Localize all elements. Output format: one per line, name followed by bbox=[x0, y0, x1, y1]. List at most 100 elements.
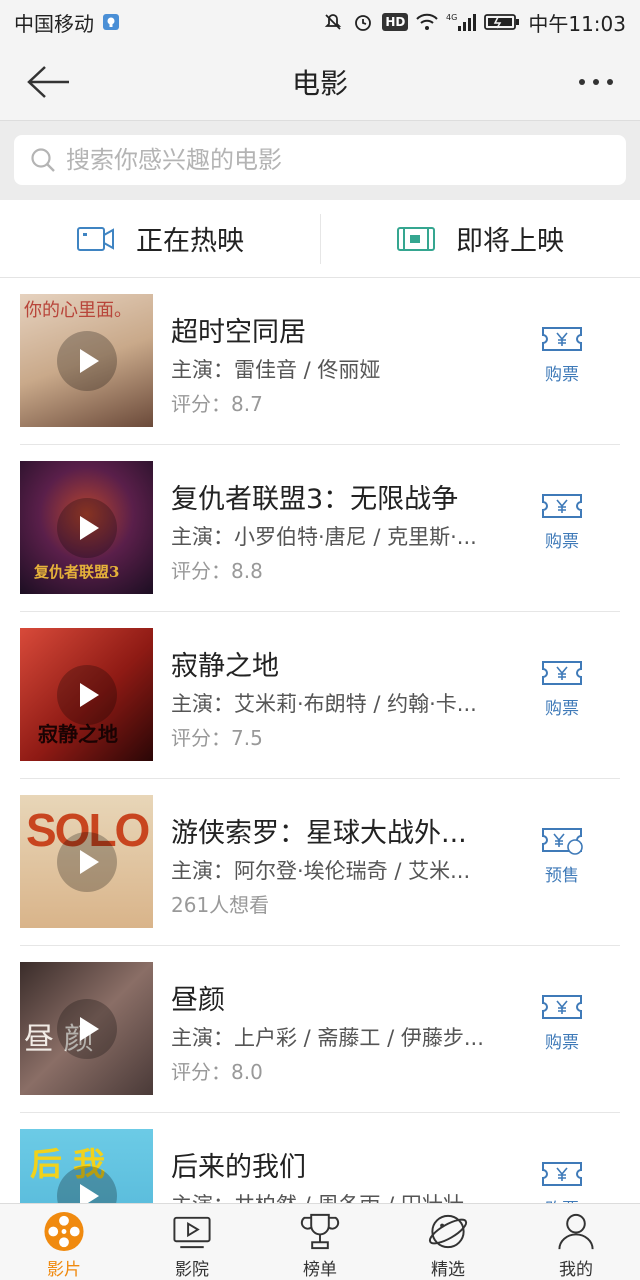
coming-soon-icon bbox=[397, 226, 435, 251]
mute-icon bbox=[322, 11, 344, 33]
trophy-icon bbox=[300, 1213, 340, 1250]
tab-cinemas[interactable]: 影院 bbox=[128, 1204, 256, 1280]
clock-label: 中午11:03 bbox=[528, 11, 626, 36]
search-input[interactable] bbox=[66, 146, 586, 174]
tab-label: 即将上映 bbox=[456, 226, 564, 257]
svg-text:4G: 4G bbox=[446, 13, 457, 22]
tab-label: 正在热映 bbox=[136, 226, 244, 257]
page-title: 电影 bbox=[291, 67, 348, 100]
poster-title-text: 复仇者联盟3 bbox=[34, 563, 120, 581]
movie-list: 你的心里面。 超时空同居 主演：雷佳音 / 佟丽娅 评分：8.7 购票 复仇者联… bbox=[0, 278, 640, 1203]
more-menu-button[interactable] bbox=[572, 66, 620, 98]
ticket-icon bbox=[542, 995, 582, 1019]
presale-button[interactable]: 预售 bbox=[522, 825, 602, 886]
status-bar: 中国移动 HD 4G 中午11:03 bbox=[0, 0, 640, 44]
alarm-icon bbox=[352, 11, 374, 33]
ticket-icon bbox=[542, 661, 582, 685]
buy-label: 购票 bbox=[545, 532, 579, 552]
movie-cast: 主演：阿尔登·埃伦瑞奇 / 艾米... bbox=[171, 859, 471, 883]
ticket-icon bbox=[542, 494, 582, 518]
tab-profile[interactable]: 我的 bbox=[512, 1204, 640, 1280]
bottom-tab-bar: 影片 影院 榜单 精选 我的 bbox=[0, 1203, 640, 1280]
buy-label: 购票 bbox=[545, 1195, 579, 1203]
buy-ticket-button[interactable]: 购票 bbox=[522, 324, 602, 385]
movie-item[interactable]: SOLO 游侠索罗：星球大战外... 主演：阿尔登·埃伦瑞奇 / 艾米... 2… bbox=[20, 779, 620, 946]
buy-ticket-button[interactable]: 购票 bbox=[522, 658, 602, 719]
movie-item[interactable]: 寂静之地 寂静之地 主演：艾米莉·布朗特 / 约翰·卡... 评分：7.5 购票 bbox=[20, 612, 620, 779]
movie-score: 评分：7.5 bbox=[171, 726, 263, 750]
buy-label: 购票 bbox=[545, 699, 579, 719]
movie-poster[interactable]: SOLO bbox=[20, 795, 153, 928]
movie-cast: 主演：上户彩 / 斋藤工 / 伊藤步... bbox=[171, 1026, 484, 1050]
movie-item[interactable]: 后 我 后来的我们 主演：井柏然 / 周冬雨 / 田壮壮 购票 bbox=[20, 1113, 620, 1203]
play-icon[interactable] bbox=[56, 831, 117, 892]
carrier-label: 中国移动 bbox=[14, 11, 94, 36]
movie-want-count: 261人想看 bbox=[171, 893, 270, 917]
search-icon bbox=[31, 148, 55, 172]
battery-icon bbox=[484, 11, 520, 33]
movie-poster[interactable]: 后 我 bbox=[20, 1129, 153, 1203]
movie-tabs: 正在热映 即将上映 bbox=[0, 200, 640, 278]
movie-poster[interactable]: 昼 颜 bbox=[20, 962, 153, 1095]
play-icon[interactable] bbox=[56, 998, 117, 1059]
user-icon bbox=[558, 1213, 594, 1250]
tab-bar-label: 我的 bbox=[559, 1260, 593, 1280]
movie-poster[interactable]: 你的心里面。 bbox=[20, 294, 153, 427]
planet-icon bbox=[428, 1214, 468, 1249]
play-icon[interactable] bbox=[56, 664, 117, 725]
movie-poster[interactable]: 寂静之地 bbox=[20, 628, 153, 761]
poster-title-text: 你的心里面。 bbox=[24, 300, 132, 321]
tab-bar-label: 精选 bbox=[431, 1260, 465, 1280]
signal-icon: 4G bbox=[446, 11, 477, 33]
movie-title: 昼颜 bbox=[171, 985, 225, 1016]
movie-score: 评分：8.7 bbox=[171, 392, 263, 416]
dot-icon bbox=[579, 79, 585, 85]
movie-title: 后来的我们 bbox=[171, 1152, 306, 1183]
movie-cast: 主演：艾米莉·布朗特 / 约翰·卡... bbox=[171, 692, 477, 716]
movie-item[interactable]: 你的心里面。 超时空同居 主演：雷佳音 / 佟丽娅 评分：8.7 购票 bbox=[20, 278, 620, 445]
tab-bar-label: 榜单 bbox=[303, 1260, 337, 1280]
nav-bar: 电影 bbox=[0, 44, 640, 120]
tab-coming-soon[interactable]: 即将上映 bbox=[320, 200, 640, 277]
video-camera-icon bbox=[77, 226, 114, 251]
cinema-screen-icon bbox=[173, 1216, 211, 1249]
play-icon[interactable] bbox=[56, 497, 117, 558]
play-icon[interactable] bbox=[56, 330, 117, 391]
ticket-icon bbox=[542, 1162, 582, 1186]
movie-cast: 主演：雷佳音 / 佟丽娅 bbox=[171, 358, 381, 382]
buy-ticket-button[interactable]: 购票 bbox=[522, 1159, 602, 1203]
buy-ticket-button[interactable]: 购票 bbox=[522, 992, 602, 1053]
ticket-icon bbox=[542, 327, 582, 351]
movie-title: 游侠索罗：星球大战外... bbox=[171, 818, 467, 849]
movie-score: 评分：8.8 bbox=[171, 559, 263, 583]
movie-item[interactable]: 昼 颜 昼颜 主演：上户彩 / 斋藤工 / 伊藤步... 评分：8.0 购票 bbox=[20, 946, 620, 1113]
movie-cast: 主演：小罗伯特·唐尼 / 克里斯·... bbox=[171, 525, 477, 549]
tab-movies[interactable]: 影片 bbox=[0, 1204, 128, 1280]
buy-label: 购票 bbox=[545, 1033, 579, 1053]
movie-title: 复仇者联盟3：无限战争 bbox=[171, 484, 459, 515]
movie-item[interactable]: 复仇者联盟3 复仇者联盟3：无限战争 主演：小罗伯特·唐尼 / 克里斯·... … bbox=[20, 445, 620, 612]
search-box[interactable] bbox=[14, 135, 626, 185]
notification-icon bbox=[100, 11, 122, 33]
tab-featured[interactable]: 精选 bbox=[384, 1204, 512, 1280]
dot-icon bbox=[607, 79, 613, 85]
movie-title: 超时空同居 bbox=[171, 317, 306, 348]
buy-ticket-button[interactable]: 购票 bbox=[522, 491, 602, 552]
movie-score: 评分：8.0 bbox=[171, 1060, 263, 1084]
tab-bar-label: 影院 bbox=[175, 1260, 209, 1280]
movie-cast: 主演：井柏然 / 周冬雨 / 田壮壮 bbox=[171, 1189, 481, 1203]
tab-bar-label: 影片 bbox=[47, 1260, 81, 1280]
film-reel-icon bbox=[44, 1211, 84, 1252]
tab-rankings[interactable]: 榜单 bbox=[256, 1204, 384, 1280]
movie-title: 寂静之地 bbox=[171, 651, 279, 682]
buy-label: 购票 bbox=[545, 365, 579, 385]
presale-ticket-icon bbox=[542, 828, 583, 855]
tab-now-showing[interactable]: 正在热映 bbox=[0, 200, 320, 277]
back-button[interactable] bbox=[20, 58, 76, 106]
presale-label: 预售 bbox=[545, 866, 579, 886]
movie-poster[interactable]: 复仇者联盟3 bbox=[20, 461, 153, 594]
arrow-left-icon bbox=[27, 66, 69, 98]
dot-icon bbox=[593, 79, 599, 85]
search-section bbox=[0, 120, 640, 200]
hd-badge: HD bbox=[382, 13, 409, 31]
